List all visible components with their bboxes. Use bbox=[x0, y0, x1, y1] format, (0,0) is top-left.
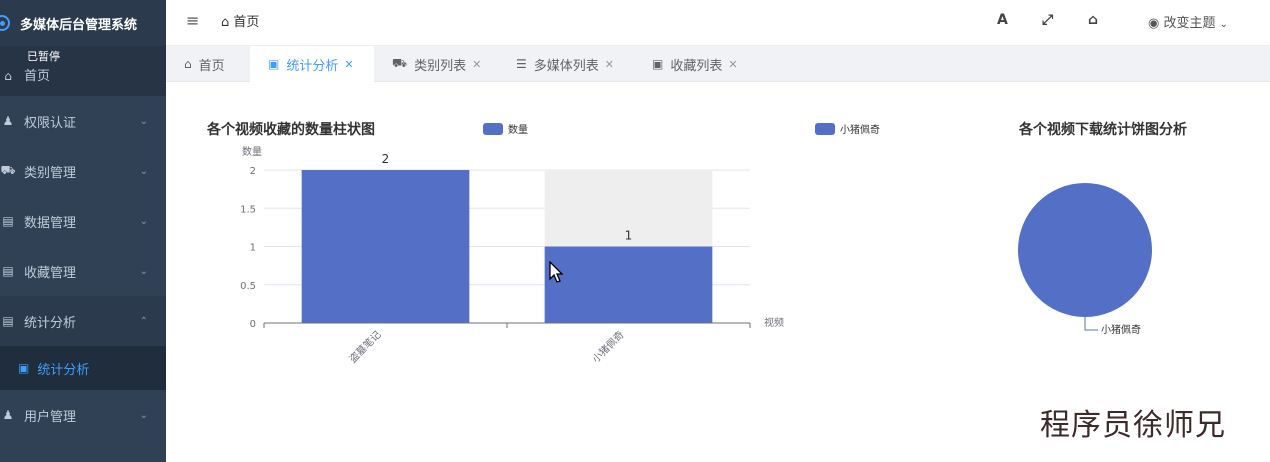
bar-chart: 0 0.5 1 1.5 2 数量 2 盗墓笔记 1 小猪佩奇 视频 bbox=[240, 145, 784, 365]
chevron-down-icon: ⌄ bbox=[139, 115, 148, 127]
y-tick-label: 0.5 bbox=[240, 281, 256, 292]
data-label: 2 bbox=[382, 152, 390, 166]
hamburger-icon[interactable]: ≡ bbox=[186, 11, 199, 30]
home-icon[interactable]: ⌂ bbox=[1088, 12, 1098, 28]
theme-label: 改变主题 bbox=[1163, 16, 1216, 31]
sidebar-item-favorites[interactable]: ▤ 收藏管理 ⌄ bbox=[0, 246, 166, 296]
data-label: 1 bbox=[625, 229, 633, 243]
list-icon: ☰ bbox=[516, 57, 527, 71]
sidebar-item-home[interactable]: 已暂停 ⌂ 首页 bbox=[0, 46, 166, 96]
legend-label: 小猪佩奇 bbox=[840, 125, 880, 136]
image-icon: ▣ bbox=[268, 57, 280, 71]
mouse-cursor bbox=[549, 261, 564, 283]
x-axis-label: 视频 bbox=[764, 316, 784, 329]
sidebar-item-label: 数据管理 bbox=[24, 215, 77, 231]
chevron-down-icon: ⌄ bbox=[139, 165, 148, 177]
home-icon: ⌂ bbox=[4, 69, 12, 83]
theme-switcher[interactable]: ◉ 改变主题 ⌄ bbox=[1148, 12, 1228, 31]
sidebar-item-label: 权限认证 bbox=[24, 115, 77, 131]
y-tick-label: 1.5 bbox=[240, 204, 256, 215]
fullscreen-icon[interactable]: ⤢ bbox=[1042, 12, 1053, 28]
y-tick-label: 1 bbox=[250, 243, 256, 254]
tab-label: 首页 bbox=[198, 58, 225, 74]
bar bbox=[544, 246, 713, 323]
pie-chart: 小猪佩奇 bbox=[1018, 183, 1152, 336]
users-icon: ♟ bbox=[2, 408, 14, 422]
list-icon: ▤ bbox=[2, 314, 14, 328]
list-icon: ▤ bbox=[2, 214, 14, 228]
sidebar-item-data[interactable]: ▤ 数据管理 ⌄ bbox=[0, 196, 166, 246]
tab-label: 统计分析 bbox=[286, 58, 339, 74]
sidebar-item-auth[interactable]: ♟ 权限认证 ⌄ bbox=[0, 96, 166, 146]
sidebar-item-category[interactable]: ⛟ 类别管理 ⌄ bbox=[0, 146, 166, 196]
tab-home[interactable]: ⌂ 首页 bbox=[166, 46, 250, 82]
x-tick-label: 小猪佩奇 bbox=[589, 328, 626, 365]
y-tick-label: 0 bbox=[250, 319, 256, 330]
pie-slice-label: 小猪佩奇 bbox=[1101, 323, 1141, 336]
watermark: 程序员徐师兄 bbox=[1040, 408, 1226, 443]
sidebar: 多媒体后台管理系统 已暂停 ⌂ 首页 ♟ 权限认证 ⌄ ⛟ 类别管理 ⌄ ▤ 数… bbox=[0, 0, 166, 462]
sidebar-item-statistics[interactable]: ▤ 统计分析 ⌃ bbox=[0, 296, 166, 346]
home-icon: ⌂ bbox=[221, 15, 230, 30]
bar bbox=[301, 170, 470, 323]
close-icon[interactable]: ✕ bbox=[344, 58, 353, 71]
app-title: 多媒体后台管理系统 bbox=[20, 17, 138, 33]
tab-label: 收藏列表 bbox=[670, 58, 723, 74]
close-icon[interactable]: ✕ bbox=[605, 58, 614, 71]
breadcrumb[interactable]: ⌂ 首页 bbox=[221, 11, 259, 30]
chevron-down-icon: ⌄ bbox=[139, 409, 148, 421]
tab-statistics[interactable]: ▣ 统计分析 ✕ bbox=[250, 46, 374, 82]
palette-icon: ◉ bbox=[1148, 16, 1160, 31]
font-size-icon[interactable]: A bbox=[997, 12, 1008, 28]
user-lock-icon: ♟ bbox=[2, 114, 14, 128]
paused-indicator: 已暂停 bbox=[27, 50, 60, 63]
logo-icon bbox=[0, 15, 10, 31]
chevron-down-icon: ⌄ bbox=[139, 215, 148, 227]
image-icon: ▣ bbox=[18, 361, 30, 375]
car-icon: ⛟ bbox=[0, 163, 16, 177]
sidebar-item-label: 类别管理 bbox=[24, 165, 77, 181]
list-icon: ▤ bbox=[2, 264, 14, 278]
logo: 多媒体后台管理系统 bbox=[0, 0, 166, 46]
home-icon: ⌂ bbox=[184, 57, 192, 71]
sidebar-subitem-statistics[interactable]: ▣ 统计分析 bbox=[0, 346, 166, 390]
chevron-up-icon: ⌃ bbox=[139, 315, 148, 327]
tab-favorites-list[interactable]: ▣ 收藏列表 ✕ bbox=[634, 46, 758, 82]
pie-label-line bbox=[1084, 317, 1098, 331]
breadcrumb-home: 首页 bbox=[233, 15, 260, 30]
sidebar-item-label: 首页 bbox=[24, 69, 51, 84]
car-icon: ⛟ bbox=[392, 56, 408, 70]
sidebar-item-label: 统计分析 bbox=[24, 315, 77, 331]
tab-media-list[interactable]: ☰ 多媒体列表 ✕ bbox=[498, 46, 634, 82]
sidebar-subitem-label: 统计分析 bbox=[37, 362, 90, 378]
sidebar-item-users[interactable]: ♟ 用户管理 ⌄ bbox=[0, 390, 166, 440]
tab-category-list[interactable]: ⛟ 类别列表 ✕ bbox=[374, 46, 498, 82]
x-tick-label: 盗墓笔记 bbox=[346, 328, 383, 365]
top-header: ≡ ⌂ 首页 A ⤢ ⌂ ◉ 改变主题 ⌄ bbox=[166, 0, 1270, 46]
image-icon: ▣ bbox=[652, 57, 664, 71]
pie-slice bbox=[1018, 183, 1152, 317]
chevron-down-icon: ⌄ bbox=[139, 265, 148, 277]
sidebar-item-label: 收藏管理 bbox=[24, 265, 77, 281]
sidebar-item-label: 用户管理 bbox=[24, 409, 77, 425]
close-icon[interactable]: ✕ bbox=[728, 58, 737, 71]
tab-label: 类别列表 bbox=[414, 58, 467, 74]
chevron-down-icon: ⌄ bbox=[1219, 19, 1229, 30]
close-icon[interactable]: ✕ bbox=[472, 58, 481, 71]
y-axis-label: 数量 bbox=[242, 145, 262, 158]
tab-bar: ⌂ 首页 ▣ 统计分析 ✕ ⛟ 类别列表 ✕ ☰ 多媒体列表 ✕ ▣ 收藏列表 … bbox=[166, 46, 1270, 82]
y-tick-label: 2 bbox=[250, 166, 256, 177]
tab-label: 多媒体列表 bbox=[533, 58, 599, 74]
